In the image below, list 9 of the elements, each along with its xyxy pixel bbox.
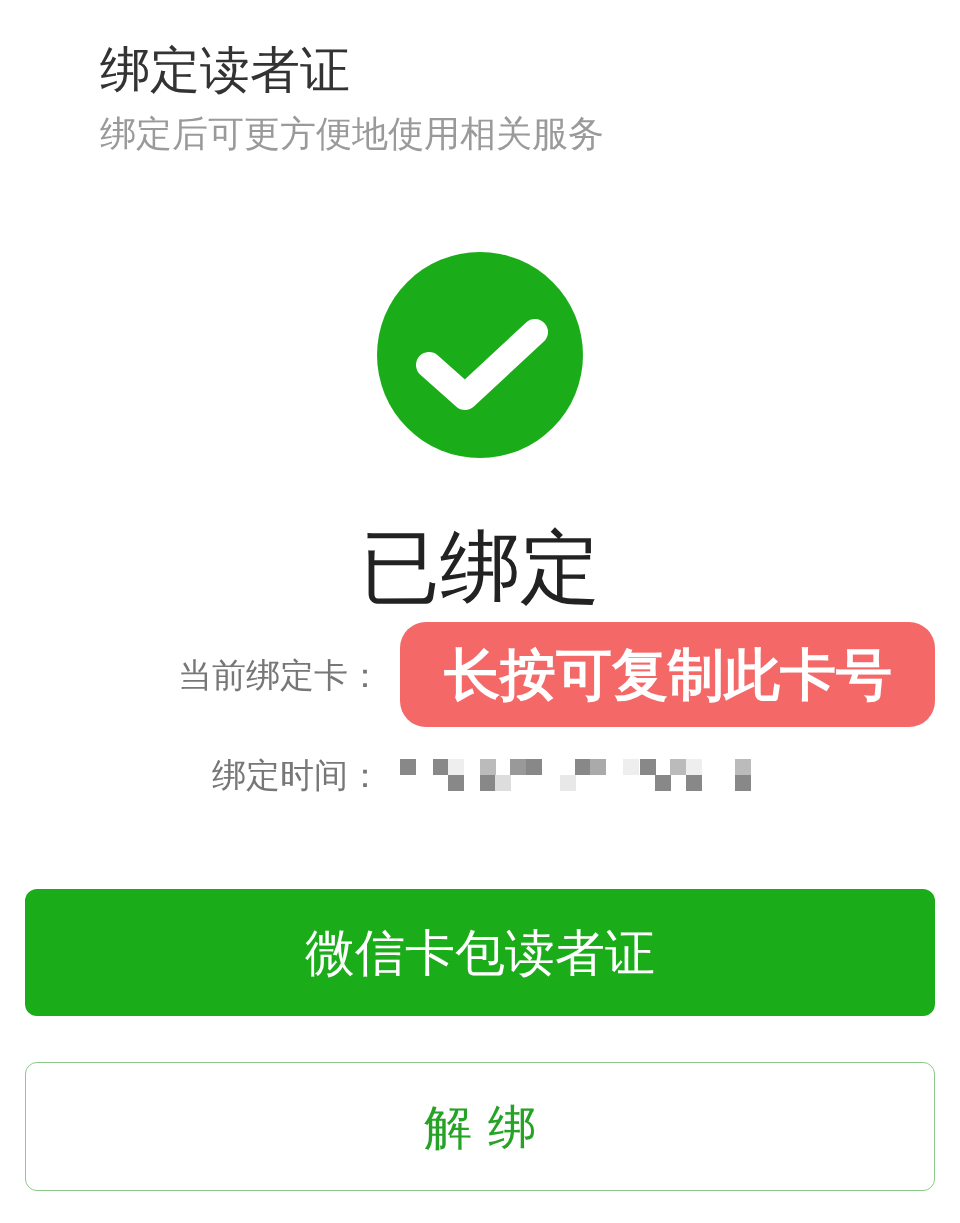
field-label: 当前绑定卡： — [178, 653, 382, 696]
page-title: 绑定读者证 — [100, 40, 350, 100]
unbind-button[interactable]: 解 绑 — [25, 1062, 935, 1191]
copy-hint-label: 长按可复制此卡号 — [400, 622, 935, 727]
field-label: 绑定时间： — [212, 754, 382, 796]
status-text: 已绑定 — [360, 520, 600, 616]
check-circle-icon — [377, 252, 583, 458]
wechat-card-button[interactable]: 微信卡包读者证 — [25, 889, 935, 1016]
page-subtitle: 绑定后可更方便地使用相关服务 — [100, 112, 604, 156]
